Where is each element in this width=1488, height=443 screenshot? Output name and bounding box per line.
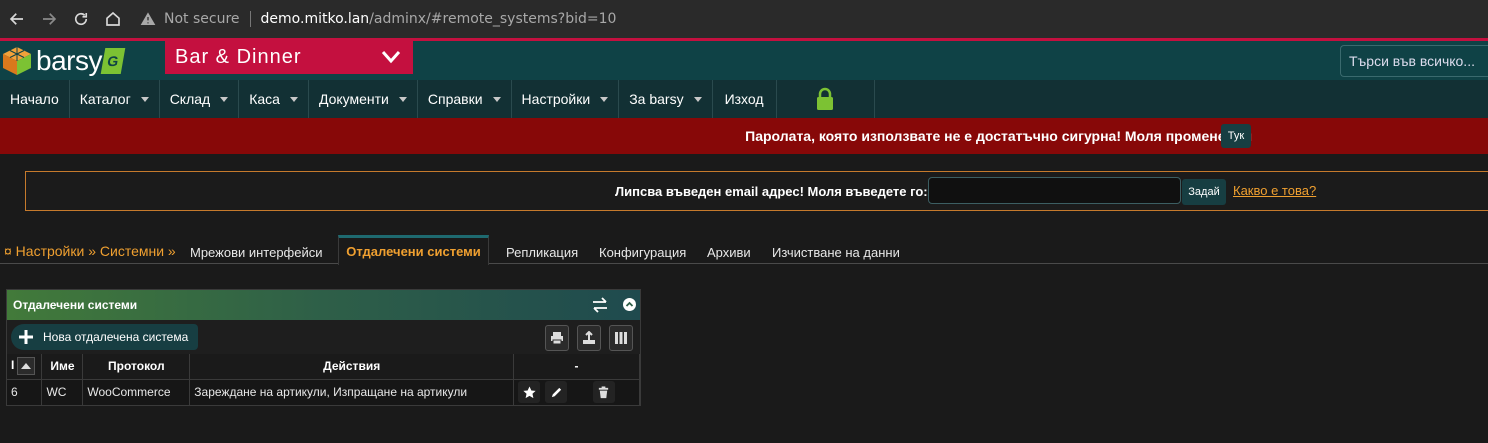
column-header-id[interactable]: I <box>7 354 43 380</box>
menu-label: Документи <box>318 91 389 107</box>
back-icon[interactable] <box>6 8 28 30</box>
new-remote-system-button[interactable]: Нова отдалечена система <box>11 324 198 350</box>
menu-item-warehouse[interactable]: Склад <box>160 80 240 118</box>
menu-item-cash[interactable]: Каса <box>239 80 309 118</box>
caret-down-icon <box>140 96 149 102</box>
swap-icon[interactable] <box>591 296 609 314</box>
export-icon <box>583 331 595 344</box>
tab-remote-systems[interactable]: Отдалечени системи <box>338 235 489 265</box>
menu-label: Изход <box>724 91 764 107</box>
menu-item-reports[interactable]: Справки <box>418 80 512 118</box>
app-header: barsy G Bar & Dinner Търси във всичко... <box>0 38 1488 80</box>
print-button[interactable] <box>545 325 569 351</box>
export-button[interactable] <box>577 325 601 351</box>
caret-down-icon <box>289 96 298 102</box>
remote-systems-table: I Име Протокол Действия - 6 WC WooCommer… <box>7 354 640 405</box>
column-header-tools: - <box>513 354 640 380</box>
logo-cube-icon <box>3 47 31 75</box>
menu-label: Каталог <box>79 91 131 107</box>
tab-replication[interactable]: Репликация <box>506 245 578 260</box>
global-search-input[interactable]: Търси във всичко... <box>1340 45 1488 77</box>
browser-toolbar: Not secure demo.mitko.lan/adminx/#remote… <box>0 0 1488 38</box>
change-password-button[interactable]: Тук <box>1221 124 1251 148</box>
url-host: demo.mitko.lan <box>260 11 370 27</box>
logo-badge: G <box>100 48 126 74</box>
column-header-protocol[interactable]: Протокол <box>82 354 191 380</box>
menu-item-home[interactable]: Начало <box>0 80 70 118</box>
column-header-actions[interactable]: Действия <box>189 354 515 380</box>
table-header-row: I Име Протокол Действия - <box>7 354 640 380</box>
breadcrumb[interactable]: ¤ Настройки » Системни » <box>4 243 176 259</box>
delete-icon[interactable] <box>592 381 615 404</box>
cell-actions: Зареждане на артикули, Изпращане на арти… <box>189 379 515 405</box>
chevron-down-icon <box>381 51 401 64</box>
menu-item-logout[interactable]: Изход <box>713 80 777 118</box>
menu-item-documents[interactable]: Документи <box>309 80 418 118</box>
menu-label: Каса <box>249 91 280 107</box>
column-header-name[interactable]: Име <box>41 354 84 380</box>
main-menu: Начало Каталог Склад Каса Документи Спра… <box>0 80 1488 118</box>
not-secure-label: Not secure <box>164 11 240 27</box>
collapse-icon[interactable] <box>623 298 636 311</box>
column-label: I <box>11 358 15 373</box>
tab-archives[interactable]: Архиви <box>707 245 751 260</box>
lock-icon <box>817 87 834 110</box>
home-icon[interactable] <box>102 8 124 30</box>
menu-label: Склад <box>169 91 211 107</box>
cell-id: 6 <box>7 379 43 405</box>
lock-button[interactable] <box>777 80 875 118</box>
panel-toolbar: Нова отдалечена система <box>7 320 640 354</box>
panel-title: Отдалечени системи <box>13 298 138 312</box>
email-notice: Липсва въведен email адрес! Моля въведет… <box>25 171 1488 211</box>
menu-item-about[interactable]: За barsy <box>619 80 713 118</box>
company-selector[interactable]: Bar & Dinner <box>165 41 413 74</box>
tab-network-interfaces[interactable]: Мрежови интерфейси <box>190 245 323 260</box>
company-name: Bar & Dinner <box>175 46 302 68</box>
tab-configuration[interactable]: Конфигурация <box>599 245 686 260</box>
warning-icon <box>140 12 156 25</box>
menu-item-catalog[interactable]: Каталог <box>70 80 160 118</box>
tab-data-cleanup[interactable]: Изчистване на данни <box>772 245 900 260</box>
menu-label: За barsy <box>629 91 684 107</box>
cell-protocol: WooCommerce <box>82 379 191 405</box>
sort-asc-icon[interactable] <box>17 357 36 376</box>
menu-label: Справки <box>427 91 483 107</box>
what-is-this-link[interactable]: Какво е това? <box>1233 183 1316 198</box>
settings-tabs: ¤ Настройки » Системни » Мрежови интерфе… <box>0 233 1488 265</box>
menu-label: Начало <box>10 91 59 107</box>
forward-icon[interactable] <box>38 8 60 30</box>
menu-item-settings[interactable]: Настройки <box>512 80 620 118</box>
set-email-button[interactable]: Задай <box>1182 179 1226 205</box>
url-path: /adminx/#remote_systems?bid=10 <box>369 11 617 27</box>
caret-down-icon <box>220 96 229 102</box>
caret-down-icon <box>398 96 407 102</box>
email-notice-text: Липсва въведен email адрес! Моля въведет… <box>615 184 928 199</box>
printer-icon <box>551 332 563 345</box>
new-remote-system-label: Нова отдалечена система <box>43 330 189 344</box>
star-icon[interactable] <box>518 381 541 404</box>
caret-down-icon <box>693 96 702 102</box>
email-field[interactable] <box>928 177 1181 204</box>
url-separator <box>249 11 251 27</box>
columns-button[interactable] <box>609 325 633 351</box>
caret-down-icon <box>600 96 609 102</box>
table-row[interactable]: 6 WC WooCommerce Зареждане на артикули, … <box>7 379 640 405</box>
password-warning-text: Паролата, която използвате не е достатъч… <box>745 128 1252 144</box>
logo-text: barsy <box>36 45 102 76</box>
panel-header: Отдалечени системи <box>7 290 640 320</box>
remote-systems-panel: Отдалечени системи Нова отдалечена систе… <box>6 289 641 406</box>
caret-down-icon <box>492 96 501 102</box>
cell-name: WC <box>41 379 84 405</box>
password-warning-bar: Паролата, която използвате не е достатъч… <box>0 118 1488 154</box>
edit-icon[interactable] <box>545 381 568 404</box>
columns-icon <box>615 332 627 344</box>
cell-row-tools <box>513 379 640 405</box>
plus-icon <box>19 330 33 344</box>
reload-icon[interactable] <box>70 8 92 30</box>
address-bar[interactable]: Not secure demo.mitko.lan/adminx/#remote… <box>140 6 616 32</box>
barsy-logo[interactable]: barsy G <box>0 43 126 79</box>
menu-label: Настройки <box>521 91 591 107</box>
